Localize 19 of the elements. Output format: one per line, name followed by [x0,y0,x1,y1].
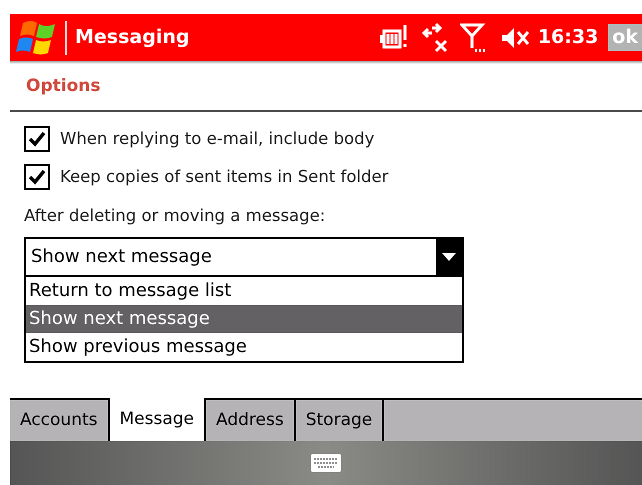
clock-time[interactable]: 16:33 [538,23,598,52]
dropdown-option[interactable]: Show next message [26,304,462,333]
dropdown-option[interactable]: Return to message list [26,276,462,305]
signal-icon[interactable] [460,22,486,54]
checkbox[interactable] [24,126,50,152]
windows-logo-icon [15,18,57,56]
checkbox-label: When replying to e-mail, include body [60,128,374,150]
checkbox[interactable] [24,164,50,190]
dropdown-option[interactable]: Show previous message [26,332,462,361]
window-title: Messaging [75,25,190,50]
dropdown[interactable]: Show next message [24,236,464,277]
dropdown-arrow-icon [442,252,456,261]
page-heading: Options [25,75,102,98]
dropdown-value: Show next message [30,245,213,270]
checkbox-label: Keep copies of sent items in Sent folder [60,166,388,188]
dropdown-label: After deleting or moving a message: [24,205,326,227]
tab[interactable]: Message [110,398,206,441]
connectivity-icon[interactable] [422,22,450,52]
keyboard-icon[interactable] [310,453,342,473]
